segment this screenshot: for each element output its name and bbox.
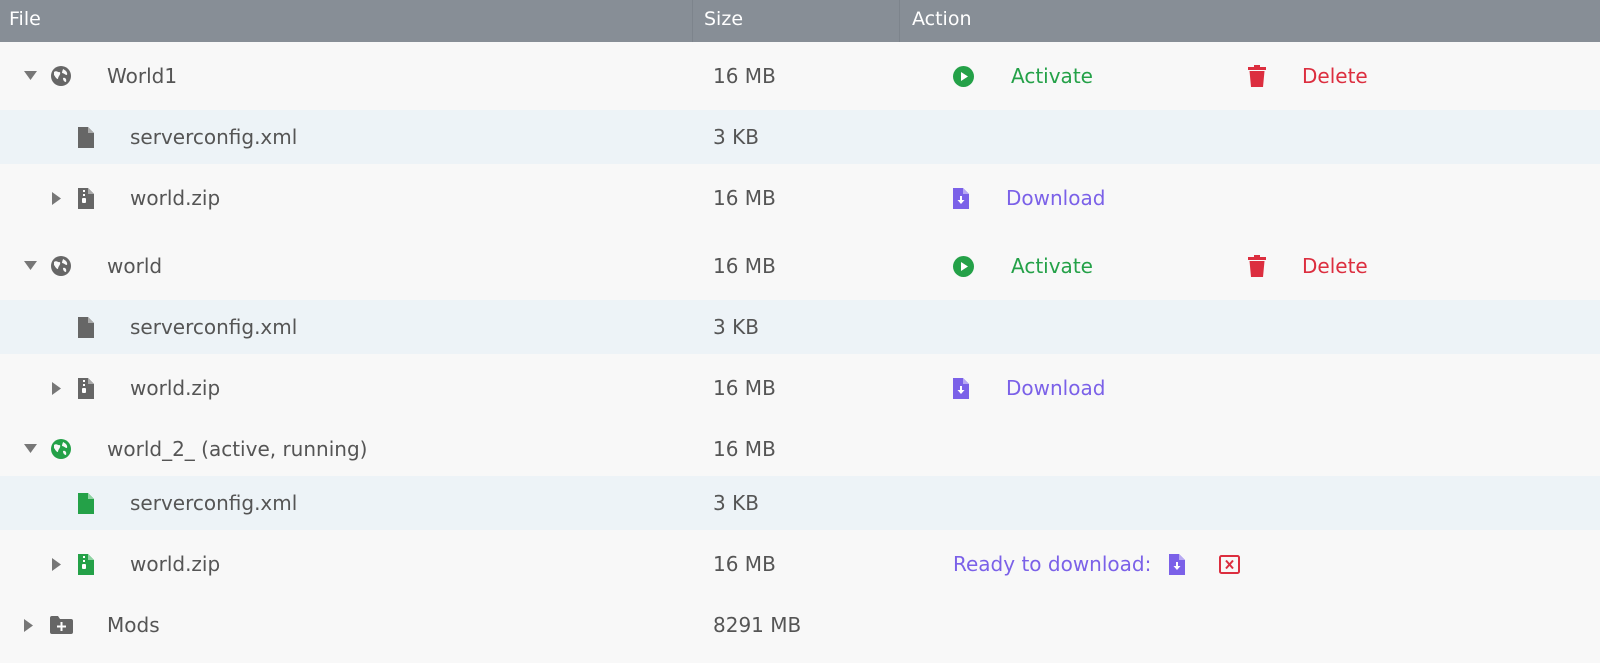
globe-icon bbox=[51, 232, 71, 300]
download-button[interactable]: Download bbox=[1006, 164, 1105, 232]
folder-plus-icon bbox=[50, 598, 73, 652]
file-size: 16 MB bbox=[713, 552, 776, 576]
file-size: 3 KB bbox=[713, 491, 759, 515]
file-size: 16 MB bbox=[713, 437, 776, 461]
globe-icon bbox=[51, 422, 71, 476]
header-divider bbox=[899, 0, 900, 42]
delete-button[interactable]: Delete bbox=[1302, 232, 1368, 300]
delete-button[interactable]: Delete bbox=[1302, 42, 1368, 110]
zip-file-icon bbox=[78, 530, 94, 598]
table-row: World1 16 MB Activate Delete bbox=[0, 42, 1600, 110]
file-name[interactable]: world bbox=[107, 232, 162, 300]
trash-icon[interactable] bbox=[1248, 232, 1266, 300]
file-size: 16 MB bbox=[713, 186, 776, 210]
file-size: 8291 MB bbox=[713, 613, 802, 637]
table-row: world 16 MB Activate Delete bbox=[0, 232, 1600, 300]
file-download-icon[interactable] bbox=[1169, 530, 1185, 598]
close-box-icon[interactable] bbox=[1219, 530, 1240, 598]
file-size: 3 KB bbox=[713, 125, 759, 149]
table-row: serverconfig.xml 3 KB bbox=[0, 476, 1600, 530]
caret-right-icon[interactable] bbox=[52, 530, 62, 598]
globe-icon bbox=[51, 42, 71, 110]
file-size: 3 KB bbox=[713, 315, 759, 339]
table-row: world.zip 16 MB Download bbox=[0, 354, 1600, 422]
table-row: serverconfig.xml 3 KB bbox=[0, 110, 1600, 164]
header-file[interactable]: File bbox=[9, 0, 41, 42]
play-icon[interactable] bbox=[953, 42, 974, 110]
activate-button[interactable]: Activate bbox=[1011, 232, 1093, 300]
caret-down-icon[interactable] bbox=[24, 232, 37, 300]
caret-right-icon[interactable] bbox=[52, 164, 62, 232]
trash-icon[interactable] bbox=[1248, 42, 1266, 110]
table-row: world.zip 16 MB Download bbox=[0, 164, 1600, 232]
file-name[interactable]: world.zip bbox=[130, 354, 220, 422]
zip-file-icon bbox=[78, 164, 94, 232]
caret-down-icon[interactable] bbox=[24, 42, 37, 110]
caret-down-icon[interactable] bbox=[24, 422, 37, 476]
file-name[interactable]: serverconfig.xml bbox=[130, 110, 297, 164]
caret-right-icon[interactable] bbox=[24, 598, 34, 652]
file-name[interactable]: world.zip bbox=[130, 164, 220, 232]
header-action[interactable]: Action bbox=[912, 0, 972, 42]
header-divider bbox=[692, 0, 693, 42]
table-header: File Size Action bbox=[0, 0, 1600, 42]
file-size: 16 MB bbox=[713, 376, 776, 400]
file-size: 16 MB bbox=[713, 254, 776, 278]
table-row: serverconfig.xml 3 KB bbox=[0, 300, 1600, 354]
file-icon bbox=[78, 300, 94, 354]
file-name[interactable]: World1 bbox=[107, 42, 177, 110]
file-download-icon[interactable] bbox=[953, 164, 969, 232]
table-row: world_2_ (active, running) 16 MB bbox=[0, 422, 1600, 476]
file-icon bbox=[78, 476, 94, 530]
file-name[interactable]: world_2_ (active, running) bbox=[107, 422, 367, 476]
activate-button[interactable]: Activate bbox=[1011, 42, 1093, 110]
play-icon[interactable] bbox=[953, 232, 974, 300]
ready-to-download-label: Ready to download: bbox=[953, 552, 1152, 576]
file-name[interactable]: world.zip bbox=[130, 530, 220, 598]
file-icon bbox=[78, 110, 94, 164]
file-table: File Size Action World1 16 MB Activate D… bbox=[0, 0, 1600, 663]
table-row: world.zip 16 MB Ready to download: bbox=[0, 530, 1600, 598]
table-row: Mods 8291 MB bbox=[0, 598, 1600, 652]
file-name[interactable]: Mods bbox=[107, 598, 160, 652]
download-button[interactable]: Download bbox=[1006, 354, 1105, 422]
file-name[interactable]: serverconfig.xml bbox=[130, 300, 297, 354]
file-name[interactable]: serverconfig.xml bbox=[130, 476, 297, 530]
file-size: 16 MB bbox=[713, 64, 776, 88]
header-size[interactable]: Size bbox=[704, 0, 743, 42]
zip-file-icon bbox=[78, 354, 94, 422]
caret-right-icon[interactable] bbox=[52, 354, 62, 422]
file-download-icon[interactable] bbox=[953, 354, 969, 422]
